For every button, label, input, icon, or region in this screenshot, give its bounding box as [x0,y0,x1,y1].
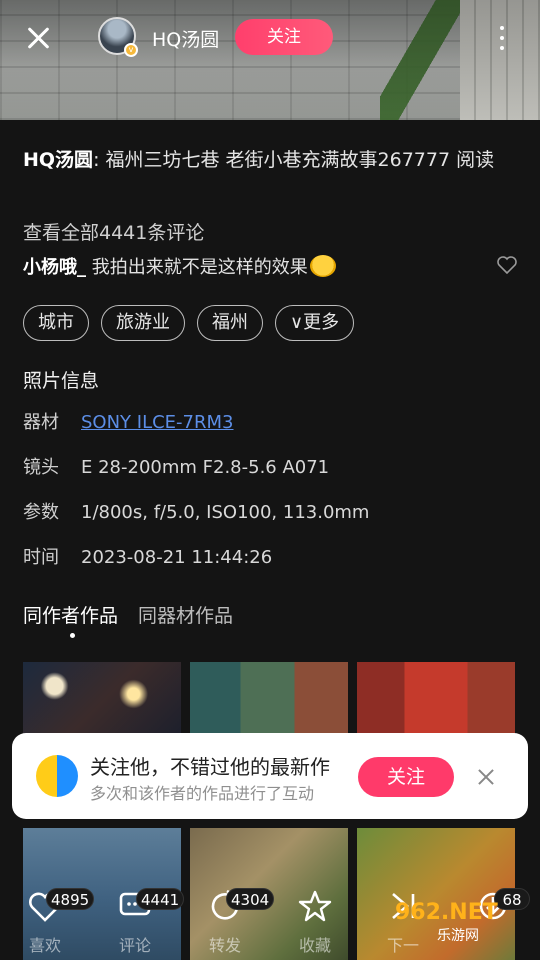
share-count: 4304 [226,888,275,910]
close-icon[interactable] [22,22,54,54]
top-comment[interactable]: 小杨哦_ 我拍出来就不是这样的效果 [23,253,336,279]
active-tab-indicator [70,633,75,638]
suggested-author-avatar[interactable] [36,755,78,797]
follow-card-subtitle: 多次和该作者的作品进行了互动 [90,784,315,803]
post-caption: HQ汤圆: 福州三坊七巷 老街小巷充满故事267777 阅读 [23,146,517,175]
photo-shade [0,0,540,120]
more-tags-button[interactable]: ∨更多 [275,305,355,341]
tag-chip[interactable]: 旅游业 [101,305,185,341]
comment-action[interactable]: 4441 评论 [100,888,185,956]
like-label: 喜欢 [28,936,61,955]
info-row-params: 参数 1/800s, f/5.0, ISO100, 113.0mm [23,498,369,524]
work-thumbnail[interactable] [23,662,181,742]
follow-suggestion-card: 关注他，不错过他的最新作 多次和该作者的作品进行了互动 关注 [12,733,528,819]
info-key: 器材 [23,412,59,433]
info-value: E 28-200mm F2.8-5.6 A071 [81,457,330,478]
follow-card-title: 关注他，不错过他的最新作 [90,755,330,779]
caption-text: : 福州三坊七巷 老街小巷充满故事267777 阅读 [93,149,495,171]
share-label: 转发 [208,936,241,955]
info-value: 1/800s, f/5.0, ISO100, 113.0mm [81,502,370,523]
follow-card-button[interactable]: 关注 [358,757,454,797]
work-thumbnail[interactable] [357,662,515,742]
site-watermark: 962.NET 乐游网 [395,900,498,945]
like-action[interactable]: 4895 喜欢 [10,888,95,956]
download-count: 68 [494,888,530,910]
verified-badge-icon: v [124,43,138,57]
favorite-action[interactable]: 收藏 [280,888,350,956]
info-key: 镜头 [23,457,59,478]
watermark-text: 962.NET [395,900,498,925]
comment-label: 评论 [118,936,151,955]
caption-author[interactable]: HQ汤圆 [23,149,93,171]
author-name[interactable]: HQ汤圆 [152,25,219,52]
follow-button[interactable]: 关注 [235,19,333,55]
more-options-icon[interactable] [496,22,508,52]
post-photo[interactable] [0,0,540,120]
info-key: 参数 [23,502,59,523]
favorite-label: 收藏 [298,936,331,955]
tag-chip[interactable]: 福州 [197,305,263,341]
close-icon[interactable] [476,767,496,787]
comment-count: 4441 [136,888,185,910]
info-row-equipment: 器材 SONY ILCE-7RM3 [23,408,234,434]
comment-user[interactable]: 小杨哦_ [23,257,86,278]
tab-same-author[interactable]: 同作者作品 [23,601,118,628]
work-thumbnail[interactable] [190,662,348,742]
watermark-subtext: 乐游网 [437,928,479,944]
comment-like-icon[interactable] [497,256,517,274]
laughing-emoji-icon [309,255,336,277]
comment-text: 我拍出来就不是这样的效果 [86,257,308,278]
like-count: 4895 [46,888,95,910]
camera-model-link[interactable]: SONY ILCE-7RM3 [81,412,234,433]
info-row-time: 时间 2023-08-21 11:44:26 [23,543,272,569]
view-all-comments-link[interactable]: 查看全部4441条评论 [23,218,204,245]
share-action[interactable]: 4304 转发 [190,888,275,956]
tag-list: 城市 旅游业 福州 ∨更多 [23,305,355,341]
info-row-lens: 镜头 E 28-200mm F2.8-5.6 A071 [23,453,329,479]
star-icon [298,890,332,922]
tag-chip[interactable]: 城市 [23,305,89,341]
info-value: 2023-08-21 11:44:26 [81,547,273,568]
info-key: 时间 [23,547,59,568]
photo-info-title: 照片信息 [23,370,100,392]
tab-same-equipment[interactable]: 同器材作品 [138,601,233,628]
